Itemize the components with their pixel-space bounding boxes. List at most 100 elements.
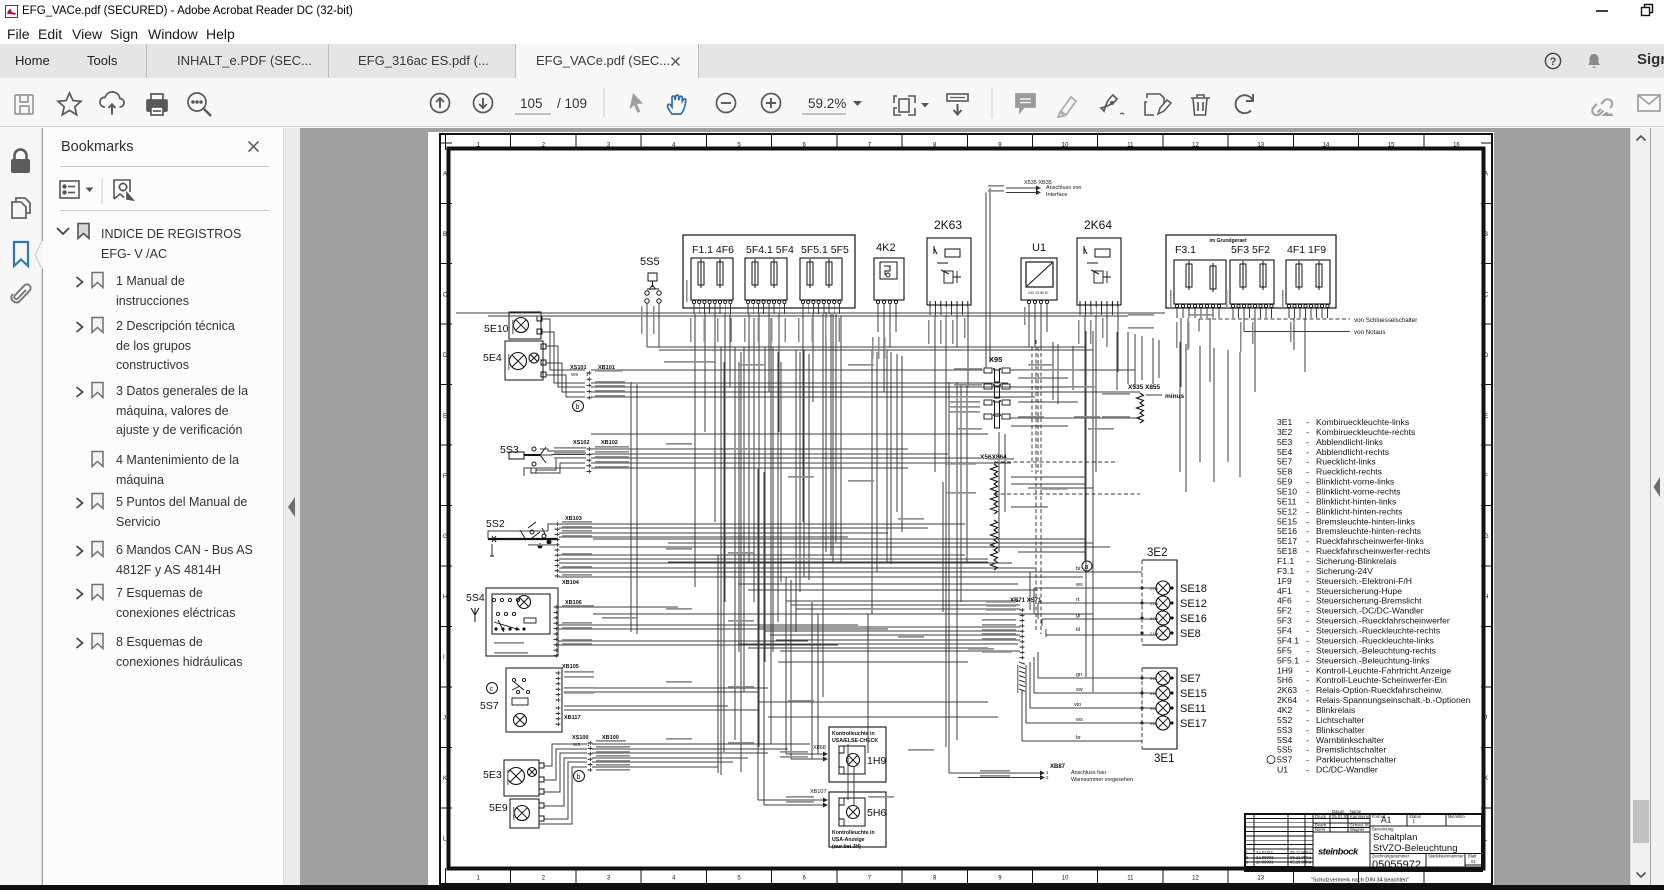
svg-text:Blinklicht-vorne-rechts: Blinklicht-vorne-rechts (1316, 487, 1401, 497)
svg-text:Kontroll-Leuchte-Fahrtricht.An: Kontroll-Leuchte-Fahrtricht.Anzeige (1316, 665, 1451, 675)
svg-text:-: - (1306, 506, 1309, 516)
svg-text:Ruecklicht-rechts: Ruecklicht-rechts (1316, 467, 1382, 477)
svg-text:-: - (1306, 596, 1309, 606)
svg-text:-: - (1306, 655, 1309, 665)
svg-text:9W: 9W (1150, 676, 1156, 681)
svg-text:5F5: 5F5 (1277, 645, 1292, 655)
svg-text:-: - (1306, 626, 1309, 636)
svg-text:I: I (1413, 820, 1415, 826)
svg-text:SE7: SE7 (1180, 673, 1201, 685)
svg-text:59.2%: 59.2% (808, 96, 846, 111)
svg-text:XS100: XS100 (572, 735, 589, 741)
svg-text:K: K (1484, 776, 1488, 782)
svg-text:von Schluesselschalter: von Schluesselschalter (1354, 317, 1417, 324)
svg-text:12: 12 (1192, 876, 1199, 882)
svg-text:Ka: Ka (1306, 860, 1312, 865)
svg-text:3: 3 (607, 876, 611, 882)
svg-text:-: - (1306, 566, 1309, 576)
svg-text:-: - (1306, 427, 1309, 437)
svg-text:11: 11 (1127, 876, 1134, 882)
svg-text:Steuersich.-Elektroni-F/H: Steuersich.-Elektroni-F/H (1316, 576, 1412, 586)
svg-text:5S2: 5S2 (1277, 715, 1293, 725)
svg-text:5F5.1: 5F5.1 (1277, 655, 1299, 665)
svg-text:5F3 5F2: 5F3 5F2 (1231, 244, 1270, 256)
svg-text:9W: 9W (1150, 721, 1156, 726)
svg-text:5E15: 5E15 (1277, 516, 1297, 526)
svg-text:Kammerer: Kammerer (1350, 814, 1370, 819)
svg-text:Kontroll-Leuchte-Scheinwerfer-: Kontroll-Leuchte-Scheinwerfer-Ein (1316, 675, 1447, 685)
svg-text:-: - (1306, 457, 1309, 467)
svg-text:21W: 21W (1150, 616, 1158, 621)
svg-text:5H6: 5H6 (1277, 675, 1293, 685)
svg-text:-: - (1306, 526, 1309, 536)
svg-text:1H9: 1H9 (1277, 665, 1293, 675)
svg-text:U1: U1 (1032, 242, 1046, 254)
svg-text:21W: 21W (1150, 631, 1158, 636)
svg-text:Zust: Zust (1246, 866, 1255, 871)
svg-text:21W: 21W (1150, 586, 1158, 591)
svg-text:XB105: XB105 (562, 664, 579, 670)
svg-text:F1.1: F1.1 (1277, 556, 1294, 566)
svg-text:05.01.95: 05.01.95 (1332, 814, 1349, 819)
svg-text:b: b (576, 404, 580, 411)
svg-text:Kombirueckleuchte-links: Kombirueckleuchte-links (1316, 417, 1409, 427)
svg-text:-: - (1306, 556, 1309, 566)
svg-text:5E17: 5E17 (1277, 536, 1297, 546)
svg-text:SE16: SE16 (1180, 613, 1207, 625)
svg-text:Blinkrelais: Blinkrelais (1316, 705, 1355, 715)
svg-text:F: F (443, 474, 447, 480)
svg-text:4K2: 4K2 (876, 242, 896, 254)
svg-text:Anschluss von: Anschluss von (1046, 185, 1081, 191)
svg-text:-: - (1306, 536, 1309, 546)
svg-text:5H6: 5H6 (867, 807, 886, 819)
svg-text:-: - (1306, 685, 1309, 695)
svg-text:5S4: 5S4 (466, 592, 485, 604)
svg-text:5E12: 5E12 (1277, 506, 1297, 516)
svg-text:steinbock: steinbock (1318, 847, 1359, 858)
svg-text:Druck: Druck (1315, 814, 1327, 819)
svg-text:2: 2 (1046, 775, 1049, 780)
svg-text:Blinkschalter: Blinkschalter (1316, 725, 1365, 735)
svg-text:Status: Status (1409, 814, 1421, 819)
svg-text:Warnsummer vorgesehen: Warnsummer vorgesehen (1071, 777, 1133, 783)
svg-text:Blinklicht-hinten-links: Blinklicht-hinten-links (1316, 496, 1396, 506)
svg-text:1F9: 1F9 (1277, 576, 1292, 586)
svg-text:5S4: 5S4 (1277, 735, 1293, 745)
svg-text:SE8: SE8 (1180, 628, 1201, 640)
svg-text:-: - (1306, 516, 1309, 526)
svg-text:A: A (1484, 172, 1488, 178)
svg-text:-: - (1306, 745, 1309, 755)
svg-text:I: I (1484, 655, 1486, 661)
svg-text:gr: gr (1076, 613, 1081, 619)
svg-text:4K2: 4K2 (1277, 705, 1293, 715)
svg-text:F1.1 4F6: F1.1 4F6 (692, 244, 734, 256)
svg-text:-: - (1306, 675, 1309, 685)
svg-text:Abblendlicht-rechts: Abblendlicht-rechts (1316, 447, 1389, 457)
svg-text:16: 16 (1453, 143, 1460, 149)
svg-text:F: F (1484, 474, 1488, 480)
svg-text:5E8: 5E8 (1277, 467, 1293, 477)
svg-text:D: D (1484, 353, 1489, 359)
svg-text:24V 13 80 8+: 24V 13 80 8+ (1028, 291, 1049, 295)
svg-text:Bremsleuchte-hinten-rechts: Bremsleuchte-hinten-rechts (1316, 526, 1421, 536)
svg-text:G: G (443, 534, 448, 540)
svg-text:XB107: XB107 (810, 789, 827, 795)
svg-text:WS: WS (571, 372, 578, 377)
svg-text:SE11: SE11 (1180, 703, 1206, 715)
svg-text:9: 9 (998, 876, 1002, 882)
svg-text:Abblendlicht-links: Abblendlicht-links (1316, 437, 1383, 447)
svg-text:10: 10 (1062, 876, 1069, 882)
svg-text:5F3: 5F3 (1277, 616, 1292, 626)
svg-text:c: c (490, 686, 494, 693)
svg-text:Blinklicht-hinten-rechts: Blinklicht-hinten-rechts (1316, 506, 1402, 516)
svg-text:Kontrolleuchte in: Kontrolleuchte in (832, 731, 875, 737)
svg-text:5E3: 5E3 (483, 769, 502, 781)
svg-text:U1: U1 (1277, 765, 1288, 775)
svg-text:br: br (1076, 566, 1081, 572)
svg-text:-: - (1306, 586, 1309, 596)
svg-text:3E1: 3E1 (1154, 753, 1174, 765)
svg-text:Parkleuchtenschalter: Parkleuchtenschalter (1316, 755, 1396, 765)
svg-text:Blatt: Blatt (1468, 854, 1477, 859)
svg-text:2: 2 (542, 876, 546, 882)
svg-text:2K63: 2K63 (1277, 685, 1297, 695)
